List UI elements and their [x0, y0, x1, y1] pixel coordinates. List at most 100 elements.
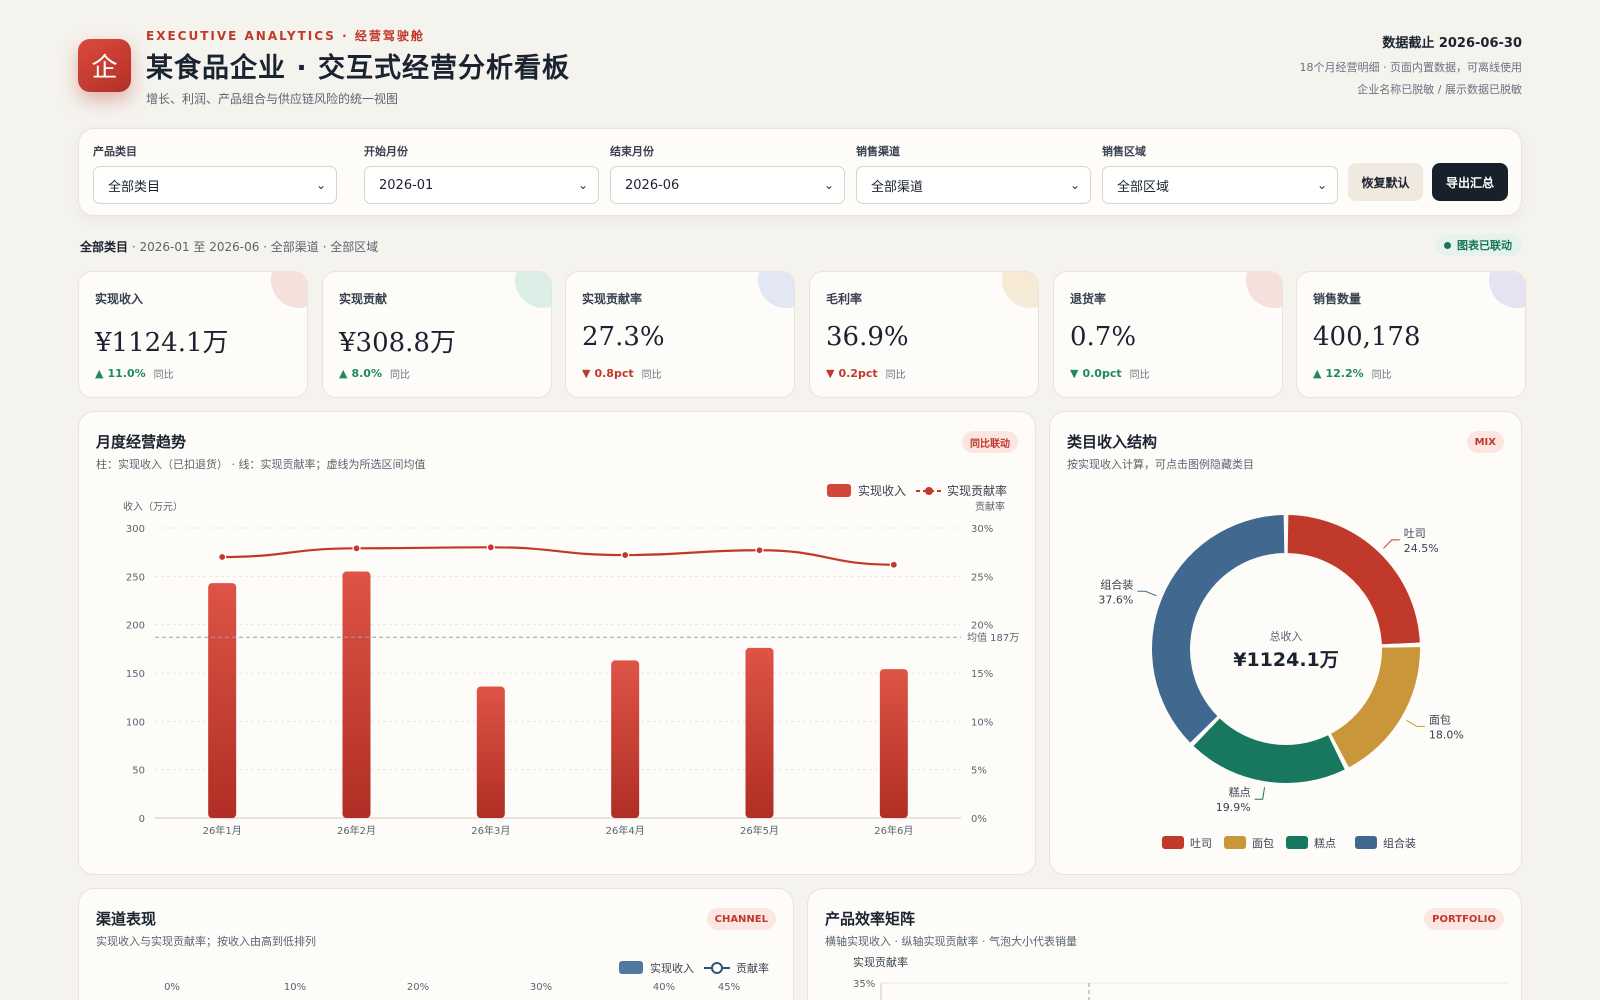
data-date: 数据截止 2026-06-30	[1382, 36, 1522, 51]
end-month-select[interactable]: 2026-06 ⌄	[610, 166, 845, 204]
kpi-value: 0.7%	[1070, 322, 1137, 352]
channel-axis-tick: 0%	[164, 982, 180, 993]
portfolio-y-label: 实现贡献率	[853, 955, 908, 969]
revenue-bar[interactable]	[879, 669, 908, 818]
kpi-card[interactable]: 实现贡献率 27.3% ▼ 0.8pct 同比	[565, 271, 795, 398]
kpi-decor	[515, 272, 551, 308]
channel-legend-line[interactable]: 贡献率	[704, 961, 769, 975]
rate-point[interactable]	[755, 546, 764, 555]
trend-legend-line[interactable]: 实现贡献率	[916, 483, 1007, 498]
kpi-yoy-label: 同比	[389, 370, 410, 381]
kpi-decor	[758, 272, 794, 308]
channel-legend-line-dot	[711, 962, 723, 974]
slice-name: 组合装	[1100, 577, 1133, 591]
start-month-select[interactable]: 2026-01 ⌄	[364, 166, 599, 204]
mix-chart: 吐司 24.5% 面包 18.0% 糕点 19.9% 组合装 37.6% 总收入 ¥1124.…	[1098, 515, 1464, 850]
legend-item[interactable]: 面包	[1224, 836, 1274, 850]
slice-name: 面包	[1429, 713, 1451, 726]
channel-axis-tick: 10%	[284, 982, 306, 993]
revenue-bar[interactable]	[342, 571, 371, 819]
kpi-change-value: 0.2pct	[838, 367, 878, 380]
page-title: 某食品企业 · 交互式经营分析看板	[146, 53, 571, 84]
revenue-bar[interactable]	[208, 583, 237, 818]
donut-slice[interactable]	[1287, 515, 1420, 645]
chevron-down-icon: ⌄	[315, 178, 326, 192]
kpi-card[interactable]: 实现贡献 ¥308.8万 ▲ 8.0% 同比	[322, 271, 552, 398]
chevron-down-icon: ⌄	[577, 178, 588, 192]
status-dot-icon	[1444, 241, 1451, 249]
revenue-bar[interactable]	[476, 686, 505, 818]
kpi-card[interactable]: 实现收入 ¥1124.1万 ▲ 11.0% 同比	[78, 271, 308, 398]
donut-slice[interactable]	[1193, 718, 1345, 783]
filter-channel-label: 销售渠道	[856, 145, 900, 158]
kpi-card[interactable]: 销售数量 400,178 ▲ 12.2% 同比	[1296, 271, 1526, 398]
kpi-decor	[1246, 272, 1282, 308]
kpi-change-value: 0.0pct	[1082, 367, 1122, 380]
data-note: 18个月经营明细 · 页面内置数据，可离线使用	[1299, 61, 1523, 74]
legend-label: 组合装	[1383, 836, 1416, 850]
rate-point[interactable]	[621, 550, 630, 560]
category-select[interactable]: 全部类目 ⌄	[93, 166, 337, 204]
x-tick-label: 26年2月	[337, 824, 376, 837]
reset-button[interactable]: 恢复默认	[1348, 163, 1423, 201]
kpi-card[interactable]: 毛利率 36.9% ▼ 0.2pct 同比	[809, 271, 1039, 398]
y-left-tick: 200	[126, 621, 145, 632]
kpi-label: 实现贡献率	[582, 292, 643, 306]
arrow-down-icon: ▼	[1070, 367, 1079, 380]
revenue-bar[interactable]	[745, 647, 774, 818]
trend-panel: 月度经营趋势 柱：实现收入（已扣退货） · 线：实现贡献率；虚线为所选区间均值 …	[78, 411, 1036, 875]
slice-leader-line	[1137, 590, 1157, 597]
slice-leader-line	[1254, 787, 1266, 800]
arrow-down-icon: ▼	[582, 367, 591, 380]
legend-item[interactable]: 组合装	[1355, 836, 1416, 850]
legend-item[interactable]: 吐司	[1162, 836, 1212, 850]
region-select[interactable]: 全部区域 ⌄	[1102, 166, 1338, 204]
header-eyebrow: EXECUTIVE ANALYTICS · 经营驾驶舱	[146, 29, 425, 43]
channel-legend-line-label: 贡献率	[736, 961, 769, 975]
kpi-value: 36.9%	[826, 322, 909, 352]
slice-leader-line	[1383, 539, 1400, 549]
arrow-up-icon: ▲	[339, 367, 348, 380]
rate-point[interactable]	[218, 552, 227, 562]
export-button[interactable]: 导出汇总	[1432, 163, 1508, 201]
contribution-rate-line	[222, 546, 894, 566]
chevron-down-icon: ⌄	[1316, 178, 1327, 192]
arrow-up-icon: ▲	[1313, 367, 1322, 380]
rate-point[interactable]	[486, 543, 495, 552]
legend-swatch	[1162, 836, 1184, 849]
channel-axis-tick: 20%	[407, 982, 429, 993]
channel-legend-bar-swatch	[619, 961, 643, 974]
y-left-axis-label: 收入（万元）	[123, 500, 183, 513]
kpi-card[interactable]: 退货率 0.7% ▼ 0.0pct 同比	[1053, 271, 1283, 398]
legend-line-dot	[925, 487, 933, 495]
channel-legend-bar[interactable]: 实现收入	[619, 961, 694, 975]
legend-swatch	[1286, 836, 1308, 849]
filter-summary-category: 全部类目	[80, 240, 129, 254]
donut-center-value: ¥1124.1万	[1233, 649, 1339, 671]
kpi-label: 销售数量	[1313, 292, 1362, 306]
filter-channel: 销售渠道 全部渠道 ⌄	[856, 143, 1091, 204]
channel-select[interactable]: 全部渠道 ⌄	[856, 166, 1091, 204]
portfolio-y-tick: 35%	[853, 979, 875, 990]
legend-label: 糕点	[1314, 836, 1336, 850]
legend-item[interactable]: 糕点	[1286, 836, 1336, 850]
kpi-label: 实现贡献	[339, 292, 388, 306]
linked-badge-label: 图表已联动	[1457, 239, 1512, 252]
donut-slice[interactable]	[1152, 515, 1285, 743]
arrow-up-icon: ▲	[95, 367, 104, 380]
x-tick-label: 26年5月	[740, 824, 779, 837]
trend-legend-bar[interactable]: 实现收入	[827, 483, 906, 498]
y-right-tick: 0%	[971, 814, 987, 825]
y-right-tick: 20%	[971, 621, 993, 632]
rate-point[interactable]	[889, 560, 898, 569]
rate-point[interactable]	[352, 544, 361, 553]
filter-start-month: 开始月份 2026-01 ⌄	[364, 143, 599, 204]
kpi-change: ▲ 8.0% 同比	[339, 366, 410, 381]
page-header: 企 EXECUTIVE ANALYTICS · 经营驾驶舱 某食品企业 · 交互…	[78, 22, 1522, 112]
donut-slice[interactable]	[1331, 647, 1420, 768]
y-right-tick: 15%	[971, 669, 993, 680]
channel-axis-tick: 30%	[530, 982, 552, 993]
x-tick-label: 26年4月	[606, 824, 645, 837]
end-month-value: 2026-06	[625, 177, 680, 193]
revenue-bar[interactable]	[611, 660, 640, 818]
